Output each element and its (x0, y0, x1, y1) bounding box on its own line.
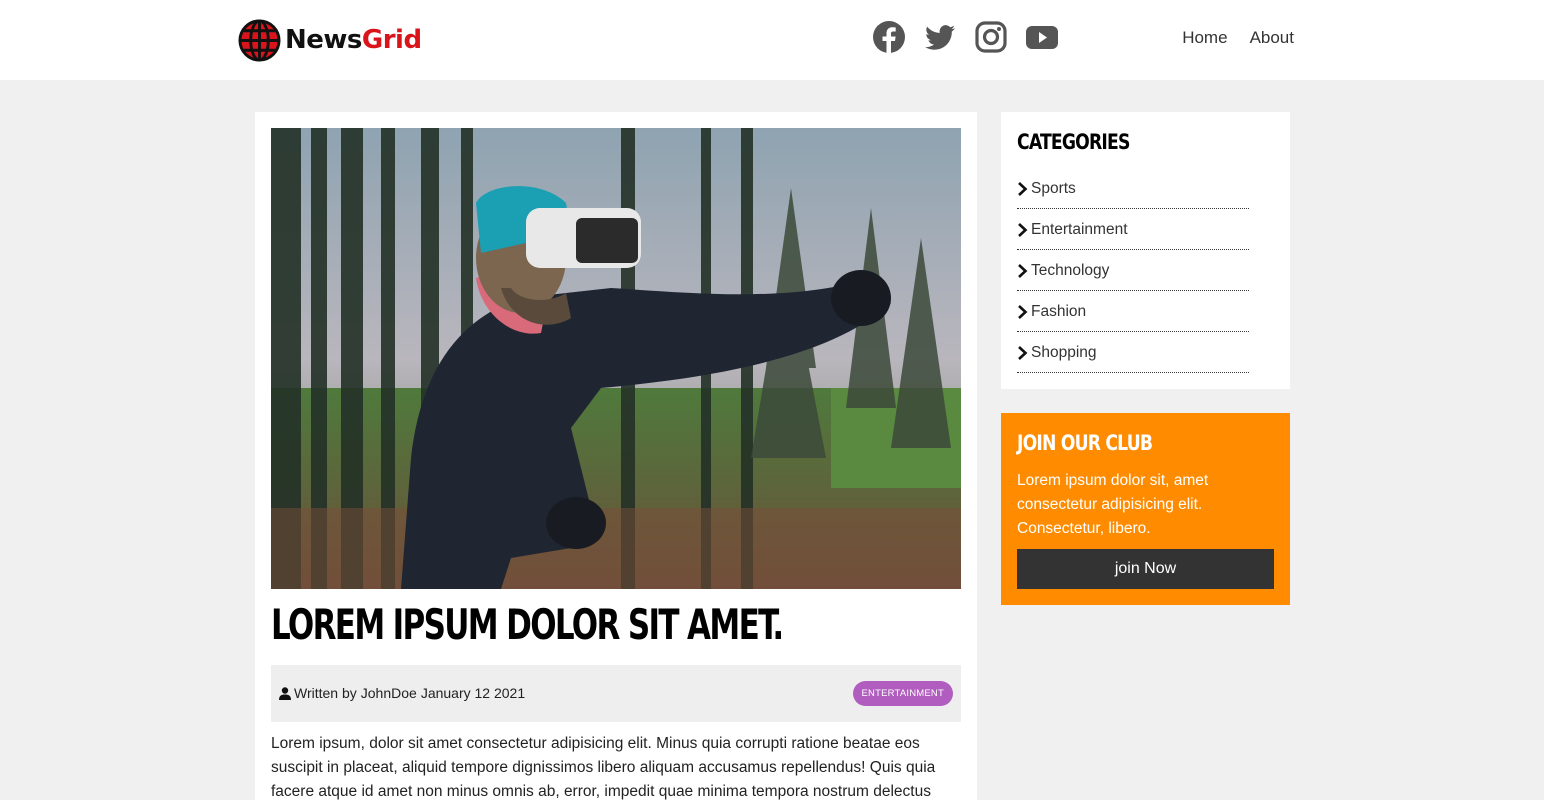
chevron-right-icon (1018, 223, 1028, 237)
join-club-text: Lorem ipsum dolor sit, amet consectetur … (1017, 472, 1209, 537)
nav-home-link[interactable]: Home (1182, 28, 1227, 48)
logo-text: NewsGrid (285, 25, 422, 55)
nav-about-link[interactable]: About (1250, 28, 1294, 48)
author-name: JohnDoe (360, 685, 417, 701)
article-byline: Written by JohnDoe January 12 2021 (279, 685, 529, 701)
categories-list: Sports Entertainment Technology Fashion … (1017, 168, 1249, 373)
category-label: Fashion (1031, 303, 1087, 320)
article-title: LOREM IPSUM DOLOR SIT AMET. (271, 600, 784, 649)
author-prefix: Written by (294, 685, 357, 701)
main-nav: Home About (1182, 28, 1294, 48)
category-badge[interactable]: ENTERTAINMENT (852, 681, 953, 706)
instagram-icon[interactable] (974, 20, 1008, 54)
category-label: Entertainment (1031, 221, 1128, 238)
logo-news: News (285, 25, 362, 55)
article-body: Lorem ipsum, dolor sit amet consectetur … (271, 735, 936, 800)
category-label: Sports (1031, 180, 1076, 197)
category-item-fashion[interactable]: Fashion (1017, 291, 1249, 332)
logo[interactable]: NewsGrid (238, 18, 422, 62)
join-club-widget: JOIN OUR CLUB Lorem ipsum dolor sit, ame… (1001, 413, 1290, 605)
article-date: January 12 2021 (420, 685, 526, 701)
chevron-right-icon (1018, 264, 1028, 278)
article-card: LOREM IPSUM DOLOR SIT AMET. Written by J… (255, 112, 977, 800)
chevron-right-icon (1018, 182, 1028, 196)
article-hero-image (271, 128, 961, 589)
category-label: Technology (1031, 262, 1110, 279)
categories-widget: CATEGORIES Sports Entertainment Technolo… (1001, 112, 1290, 389)
site-header: NewsGrid Home About (0, 0, 1544, 80)
category-item-technology[interactable]: Technology (1017, 250, 1249, 291)
join-now-button[interactable]: join Now (1017, 549, 1274, 589)
twitter-icon[interactable] (923, 20, 957, 54)
user-icon (279, 686, 291, 700)
category-item-entertainment[interactable]: Entertainment (1017, 209, 1249, 250)
categories-title: CATEGORIES (1017, 130, 1130, 154)
chevron-right-icon (1018, 305, 1028, 319)
category-item-shopping[interactable]: Shopping (1017, 332, 1249, 373)
youtube-icon[interactable] (1025, 20, 1059, 54)
chevron-right-icon (1018, 346, 1028, 360)
facebook-icon[interactable] (872, 20, 906, 54)
globe-icon (238, 18, 281, 62)
social-links (872, 20, 1059, 54)
join-club-title: JOIN OUR CLUB (1017, 431, 1153, 455)
article-meta: Written by JohnDoe January 12 2021 ENTER… (271, 665, 961, 722)
category-item-sports[interactable]: Sports (1017, 168, 1249, 209)
logo-grid: Grid (361, 25, 422, 55)
category-label: Shopping (1031, 344, 1097, 361)
